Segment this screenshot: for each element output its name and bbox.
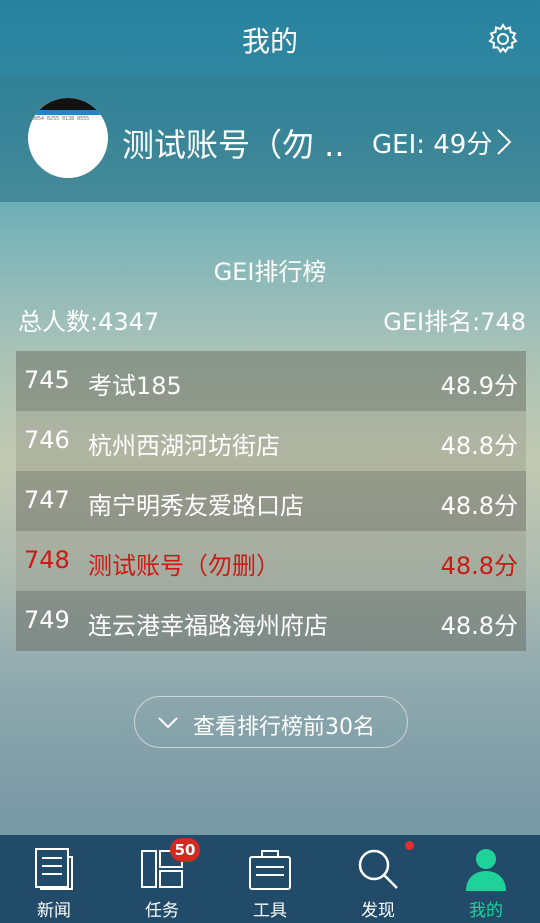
- toolbox-icon: [249, 850, 291, 890]
- chevron-down-icon: [158, 717, 178, 729]
- ranking-row-current-user[interactable]: 748 测试账号（勿删） 48.8分: [16, 531, 526, 591]
- notification-dot: [405, 841, 414, 850]
- tab-mine-label: 我的: [469, 901, 503, 921]
- rank-score: 48.8分: [440, 612, 518, 640]
- rank-name: 连云港幸福路海州府店: [88, 612, 328, 640]
- rank-score: 48.8分: [440, 492, 518, 520]
- rank-number: 746: [24, 426, 70, 454]
- profile-card[interactable]: 0054 0255 0138 0555 测试账号（勿 .. GEI: 49分: [0, 76, 540, 202]
- news-icon: [35, 848, 73, 890]
- my-rank: GEI排名:748: [383, 308, 526, 336]
- search-icon: [358, 849, 398, 889]
- tab-tools[interactable]: 工具: [216, 835, 324, 923]
- bottom-tab-bar: 新闻 任务 工具 发现 我的: [0, 835, 540, 923]
- tab-tasks-label: 任务: [145, 901, 179, 921]
- rank-number: 747: [24, 486, 70, 514]
- ranking-row[interactable]: 749 连云港幸福路海州府店 48.8分: [16, 591, 526, 651]
- tab-tools-label: 工具: [253, 901, 287, 921]
- profile-name: 测试账号（勿 ..: [122, 126, 345, 164]
- rank-score: 48.9分: [440, 372, 518, 400]
- tab-news-label: 新闻: [37, 901, 71, 921]
- view-top30-label: 查看排行榜前30名: [193, 715, 375, 740]
- ranking-row[interactable]: 745 考试185 48.9分: [16, 351, 526, 411]
- page-title: 我的: [241, 25, 298, 58]
- profile-gei-score: GEI: 49分: [372, 130, 493, 160]
- rank-score: 48.8分: [440, 552, 518, 580]
- top-bar: 我的: [0, 0, 540, 76]
- rank-name: 南宁明秀友爱路口店: [88, 492, 304, 520]
- rank-name: 考试185: [88, 372, 182, 400]
- tab-news[interactable]: 新闻: [0, 835, 108, 923]
- user-icon: [466, 849, 506, 891]
- tab-discover[interactable]: 发现: [324, 835, 432, 923]
- ranking-list: 745 考试185 48.9分 746 杭州西湖河坊街店 48.8分 747 南…: [16, 351, 526, 651]
- rank-number: 749: [24, 606, 70, 634]
- rank-number: 748: [24, 546, 70, 574]
- rank-name: 测试账号（勿删）: [88, 552, 280, 580]
- chevron-right-icon[interactable]: [494, 128, 514, 156]
- gear-icon[interactable]: [486, 22, 520, 56]
- tab-discover-label: 发现: [361, 901, 395, 921]
- rank-score: 48.8分: [440, 432, 518, 460]
- view-top30-button[interactable]: 查看排行榜前30名: [134, 696, 408, 748]
- rank-name: 杭州西湖河坊街店: [88, 432, 280, 460]
- tasks-badge: 50: [170, 838, 200, 862]
- avatar[interactable]: 0054 0255 0138 0555: [28, 98, 108, 178]
- ranking-title: GEI排行榜: [213, 258, 327, 286]
- tab-mine[interactable]: 我的: [432, 835, 540, 923]
- ranking-row[interactable]: 747 南宁明秀友爱路口店 48.8分: [16, 471, 526, 531]
- ranking-row[interactable]: 746 杭州西湖河坊街店 48.8分: [16, 411, 526, 471]
- total-count: 总人数:4347: [18, 308, 160, 336]
- rank-number: 745: [24, 366, 70, 394]
